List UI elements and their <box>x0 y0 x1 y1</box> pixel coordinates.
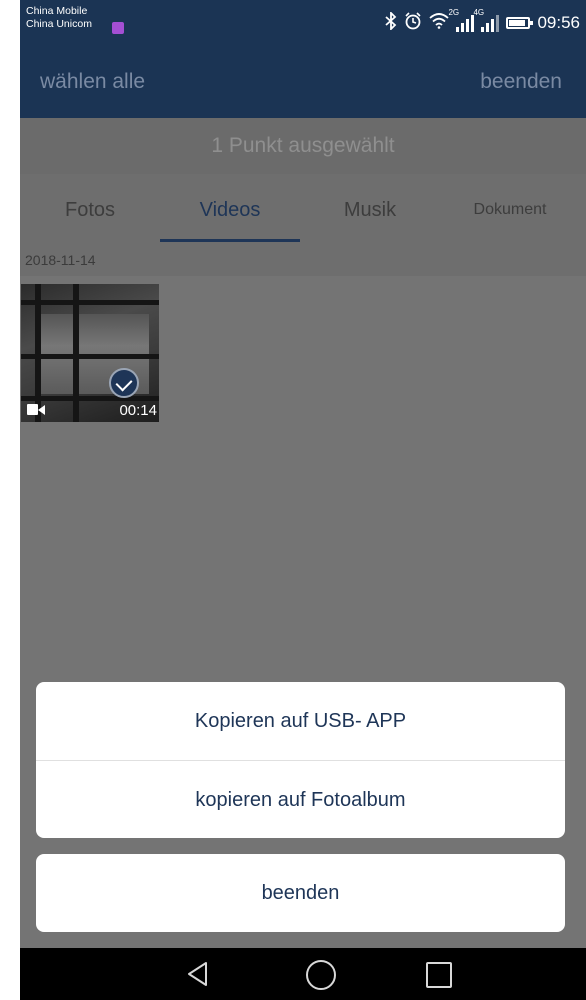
tab-videos[interactable]: Videos <box>160 174 300 244</box>
network-4g-label: 4G <box>473 8 485 17</box>
status-icons: 2G 4G 09:56 <box>385 8 580 35</box>
carrier-2: China Unicom <box>26 18 92 30</box>
video-duration: 00:14 <box>119 402 157 419</box>
network-2g-label: 2G <box>448 8 460 17</box>
carrier-1: China Mobile <box>26 5 88 17</box>
date-header: 2018-11-14 <box>20 244 586 276</box>
select-all-button[interactable]: wählen alle <box>40 70 145 94</box>
wifi-icon <box>429 12 450 34</box>
media-list: 2018-11-14 00:14 <box>20 244 586 948</box>
selection-count: 1 Punkt ausgewählt <box>20 118 586 174</box>
status-bar: China Mobile China Unicom 2G 4G 09:56 <box>20 0 586 50</box>
finish-button[interactable]: beenden <box>480 70 562 94</box>
copy-to-usb-app-button[interactable]: Kopieren auf USB- APP <box>36 682 565 760</box>
carrier-info: China Mobile China Unicom <box>26 5 92 31</box>
selected-check-icon[interactable] <box>109 368 139 398</box>
bluetooth-icon <box>385 10 397 35</box>
signal-4g-icon: 4G <box>473 8 500 32</box>
media-tabs: Fotos Videos Musik Dokument <box>20 174 586 244</box>
tab-musik[interactable]: Musik <box>300 174 440 244</box>
cancel-button[interactable]: beenden <box>36 854 565 932</box>
clock: 09:56 <box>537 13 580 32</box>
tab-fotos[interactable]: Fotos <box>20 174 160 244</box>
video-camera-icon <box>27 404 45 415</box>
tab-dokument[interactable]: Dokument <box>440 174 580 244</box>
copy-to-album-button[interactable]: kopieren auf Fotoalbum <box>36 761 565 838</box>
home-icon[interactable] <box>306 960 336 990</box>
phone-screen: China Mobile China Unicom 2G 4G 09:56 wä… <box>20 0 586 1000</box>
back-icon[interactable] <box>184 960 212 988</box>
signal-2g-icon: 2G <box>448 8 475 32</box>
system-nav-bar <box>20 948 586 1000</box>
video-thumbnail[interactable]: 00:14 <box>21 284 159 422</box>
action-sheet: Kopieren auf USB- APP kopieren auf Fotoa… <box>36 682 565 838</box>
recent-apps-icon[interactable] <box>426 962 452 988</box>
battery-icon <box>506 17 534 29</box>
gallery-notification-icon <box>112 22 124 34</box>
app-header: wählen alle beenden <box>20 50 586 118</box>
alarm-icon <box>404 11 422 35</box>
active-tab-indicator <box>160 239 300 242</box>
